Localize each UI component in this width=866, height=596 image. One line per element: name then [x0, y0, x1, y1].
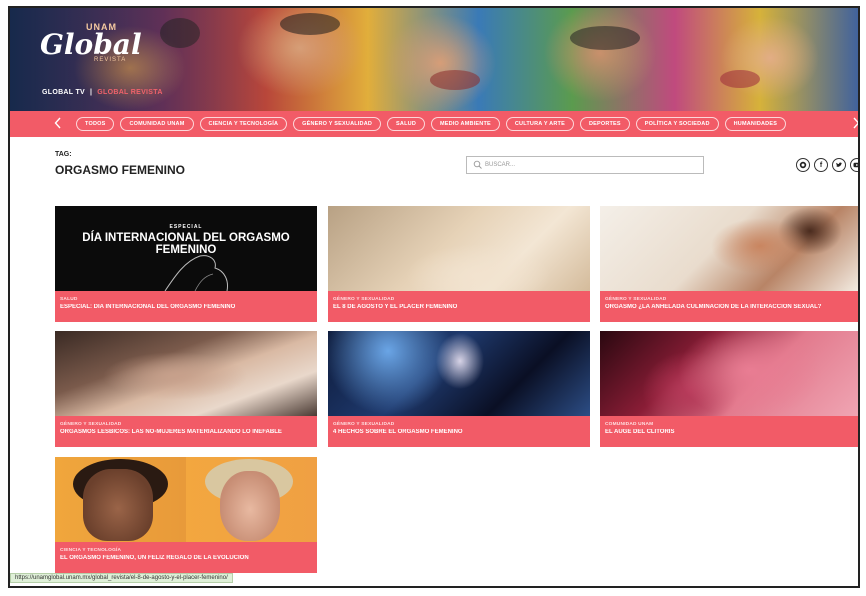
chevron-left-icon[interactable]: [54, 117, 62, 131]
article-category[interactable]: GÉNERO Y SEXUALIDAD: [605, 297, 857, 302]
article-title[interactable]: ESPECIAL: DÍA INTERNACIONAL DEL ORGASMO …: [60, 304, 312, 310]
category-bar: TODOS COMUNIDAD UNAM CIENCIA Y TECNOLOGÍ…: [10, 111, 858, 137]
category-deportes[interactable]: DEPORTES: [579, 117, 630, 131]
search-icon: [473, 160, 482, 169]
search-input[interactable]: BUSCAR...: [466, 156, 704, 174]
whatsapp-icon[interactable]: [796, 158, 810, 172]
article-title[interactable]: ORGASMO ¿LA ANHELADA CULMINACIÓN DE LA I…: [605, 304, 857, 310]
article-thumbnail: [328, 331, 590, 416]
article-card[interactable]: COMUNIDAD UNAM EL AUGE DEL CLÍTORIS: [600, 331, 858, 447]
article-category[interactable]: COMUNIDAD UNAM: [605, 422, 857, 427]
article-card[interactable]: CIENCIA Y TECNOLOGÍA EL ORGASMO FEMENINO…: [55, 457, 317, 573]
article-title[interactable]: ORGASMOS LÉSBICOS: LAS NO-MUJERES MATERI…: [60, 429, 312, 435]
global-tv-link[interactable]: GLOBAL TV: [42, 89, 85, 96]
article-category[interactable]: GÉNERO Y SEXUALIDAD: [333, 422, 585, 427]
tag-label: TAG:: [55, 151, 72, 158]
hero-banner: UNAM Global REVISTA GLOBAL TV | GLOBAL REV…: [10, 8, 858, 111]
article-thumbnail: ESPECIAL DÍA INTERNACIONAL DEL ORGASMO F…: [55, 206, 317, 291]
category-genero-sexualidad[interactable]: GÉNERO Y SEXUALIDAD: [293, 117, 382, 131]
article-category[interactable]: CIENCIA Y TECNOLOGÍA: [60, 548, 312, 553]
article-caption: GÉNERO Y SEXUALIDAD ORGASMOS LÉSBICOS: L…: [55, 416, 317, 447]
category-ciencia-tecnologia[interactable]: CIENCIA Y TECNOLOGÍA: [199, 117, 288, 131]
article-thumbnail: [600, 331, 858, 416]
silhouette-graphic: [164, 255, 228, 291]
chevron-right-icon[interactable]: [852, 117, 858, 131]
article-category[interactable]: GÉNERO Y SEXUALIDAD: [333, 297, 585, 302]
section-switcher: GLOBAL TV | GLOBAL REVISTA: [42, 89, 163, 96]
article-category[interactable]: GÉNERO Y SEXUALIDAD: [60, 422, 312, 427]
article-card[interactable]: GÉNERO Y SEXUALIDAD ORGASMO ¿LA ANHELADA…: [600, 206, 858, 322]
article-card[interactable]: GÉNERO Y SEXUALIDAD EL 8 DE AGOSTO Y EL …: [328, 206, 590, 322]
article-caption: GÉNERO Y SEXUALIDAD EL 8 DE AGOSTO Y EL …: [328, 291, 590, 322]
logo-global-text: Global: [40, 28, 142, 61]
article-category[interactable]: SALUD: [60, 297, 312, 302]
article-title[interactable]: 4 HECHOS SOBRE EL ORGASMO FEMENINO: [333, 429, 585, 435]
category-comunidad-unam[interactable]: COMUNIDAD UNAM: [120, 117, 194, 131]
article-title[interactable]: EL 8 DE AGOSTO Y EL PLACER FEMENINO: [333, 304, 585, 310]
article-thumbnail: [55, 457, 317, 542]
status-bar-url: https://unamglobal.unam.mx/global_revist…: [10, 573, 233, 583]
global-revista-link[interactable]: GLOBAL REVISTA: [97, 89, 162, 96]
section-separator: |: [90, 89, 93, 96]
category-humanidades[interactable]: HUMANIDADES: [724, 117, 787, 131]
twitter-icon[interactable]: [832, 158, 846, 172]
article-caption: SALUD ESPECIAL: DÍA INTERNACIONAL DEL OR…: [55, 291, 317, 322]
category-salud[interactable]: SALUD: [387, 117, 425, 131]
article-thumbnail: [55, 331, 317, 416]
article-caption: GÉNERO Y SEXUALIDAD ORGASMO ¿LA ANHELADA…: [600, 291, 858, 322]
search-placeholder: BUSCAR...: [485, 162, 516, 168]
thumbnail-kicker: ESPECIAL: [169, 224, 203, 230]
facebook-icon[interactable]: f: [814, 158, 828, 172]
article-title[interactable]: EL ORGASMO FEMENINO, UN FELIZ REGALO DE …: [60, 555, 312, 561]
article-card[interactable]: ESPECIAL DÍA INTERNACIONAL DEL ORGASMO F…: [55, 206, 317, 322]
category-cultura-arte[interactable]: CULTURA Y ARTE: [505, 117, 574, 131]
article-thumbnail: [600, 206, 858, 291]
logo-revista-text: REVISTA: [94, 57, 127, 63]
article-thumbnail: [328, 206, 590, 291]
category-politica-sociedad[interactable]: POLÍTICA Y SOCIEDAD: [635, 117, 719, 131]
article-card[interactable]: GÉNERO Y SEXUALIDAD ORGASMOS LÉSBICOS: L…: [55, 331, 317, 447]
article-caption: COMUNIDAD UNAM EL AUGE DEL CLÍTORIS: [600, 416, 858, 447]
category-todos[interactable]: TODOS: [76, 117, 115, 131]
article-caption: GÉNERO Y SEXUALIDAD 4 HECHOS SOBRE EL OR…: [328, 416, 590, 447]
article-caption: CIENCIA Y TECNOLOGÍA EL ORGASMO FEMENINO…: [55, 542, 317, 573]
article-title[interactable]: EL AUGE DEL CLÍTORIS: [605, 429, 857, 435]
article-card[interactable]: GÉNERO Y SEXUALIDAD 4 HECHOS SOBRE EL OR…: [328, 331, 590, 447]
browser-viewport: UNAM Global REVISTA GLOBAL TV | GLOBAL REV…: [8, 6, 860, 588]
category-list: TODOS COMUNIDAD UNAM CIENCIA Y TECNOLOGÍ…: [76, 117, 787, 131]
youtube-icon[interactable]: [850, 158, 858, 172]
category-medio-ambiente[interactable]: MEDIO AMBIENTE: [431, 117, 500, 131]
page-title: ORGASMO FEMENINO: [55, 163, 186, 177]
social-links: f: [796, 158, 858, 172]
